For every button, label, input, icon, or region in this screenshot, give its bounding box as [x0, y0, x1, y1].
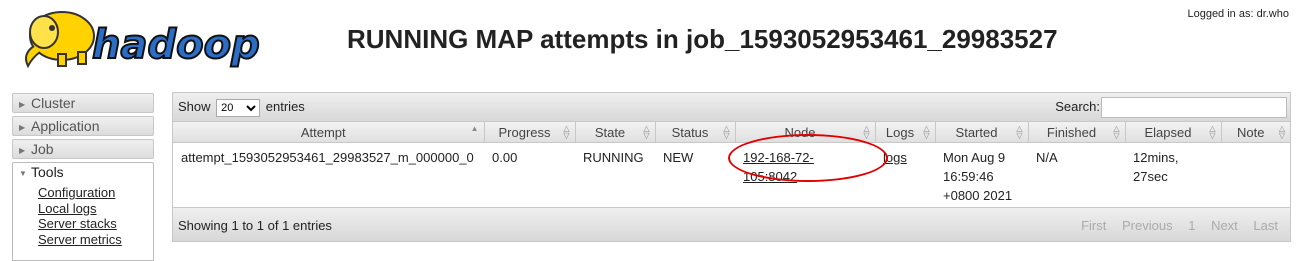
sidebar: ▶ Cluster ▶ Application ▶ Job ▼ Tools Config… [12, 93, 154, 261]
triangle-right-icon: ▶ [19, 146, 26, 155]
column-header-finished[interactable]: Finished △ ▽ [1028, 122, 1126, 143]
triangle-right-icon: ▶ [19, 123, 26, 132]
entries-label: entries [265, 99, 305, 114]
column-header-progress[interactable]: Progress △ ▽ [484, 122, 576, 143]
sort-both-icon: △ ▽ [563, 124, 570, 140]
pagination-last-button[interactable]: Last [1253, 218, 1278, 233]
logged-in-status: Logged in as: dr.who [1187, 8, 1289, 20]
search-control: Search: [1055, 97, 1287, 118]
entries-length-control: Show 20 entries [178, 99, 305, 117]
pagination-first-button[interactable]: First [1081, 218, 1106, 233]
tools-panel: Configuration Local logs Server stacks S… [12, 181, 154, 261]
table-toolbar: Show 20 entries Search: [173, 93, 1290, 122]
column-header-logs[interactable]: Logs △ ▽ [875, 122, 936, 143]
cell-node: 192-168-72-105:8042 [735, 143, 875, 211]
sidebar-item-label: Job [31, 141, 54, 157]
pagination-next-button[interactable]: Next [1211, 218, 1238, 233]
table-row: attempt_1593052953461_29983527_m_000000_… [173, 143, 1290, 211]
sidebar-item-job[interactable]: ▶ Job [12, 139, 154, 159]
sort-both-icon: △ ▽ [1209, 124, 1216, 140]
table-footer: Showing 1 to 1 of 1 entries First Previo… [173, 207, 1290, 241]
entries-select[interactable]: 20 [216, 99, 261, 117]
sort-asc-icon: ▲ [470, 124, 479, 133]
cell-note [1221, 143, 1290, 211]
column-header-status[interactable]: Status △ ▽ [655, 122, 736, 143]
column-header-attempt[interactable]: Attempt ▲ [173, 122, 485, 143]
table-info: Showing 1 to 1 of 1 entries [178, 218, 332, 233]
link-server-stacks[interactable]: Server stacks [38, 216, 153, 232]
cell-logs: logs [875, 143, 935, 211]
sort-both-icon: △ ▽ [923, 124, 930, 140]
link-configuration[interactable]: Configuration [38, 185, 153, 201]
sort-both-icon: △ ▽ [863, 124, 870, 140]
sidebar-item-tools[interactable]: ▼ Tools [12, 162, 154, 181]
cell-state: RUNNING [583, 150, 644, 165]
column-header-elapsed[interactable]: Elapsed △ ▽ [1125, 122, 1222, 143]
sort-both-icon: △ ▽ [643, 124, 650, 140]
triangle-right-icon: ▶ [19, 100, 26, 109]
search-label: Search: [1055, 98, 1100, 114]
sort-both-icon: △ ▽ [1278, 124, 1285, 140]
column-header-node[interactable]: Node △ ▽ [735, 122, 876, 143]
column-header-started[interactable]: Started △ ▽ [935, 122, 1029, 143]
attempts-table: Attempt ▲ Progress △ ▽ State △ ▽ Status △ ▽ Nod… [173, 122, 1290, 210]
sort-both-icon: △ ▽ [1016, 124, 1023, 140]
sidebar-item-application[interactable]: ▶ Application [12, 116, 154, 136]
logo-wordmark: hadoop [92, 22, 260, 68]
node-link[interactable]: 192-168-72-105:8042 [743, 150, 814, 184]
sidebar-item-label: Cluster [31, 95, 76, 111]
triangle-down-icon: ▼ [19, 169, 27, 178]
cell-status: NEW [663, 150, 694, 165]
cell-progress: 0.00 [492, 150, 518, 165]
cell-started: Mon Aug 9 16:59:46 +0800 2021 [943, 150, 1013, 203]
page-title: RUNNING MAP attempts in job_159305295346… [347, 24, 1058, 54]
sidebar-item-label: Application [31, 118, 100, 134]
cell-attempt: attempt_1593052953461_29983527_m_000000_… [181, 150, 474, 165]
sidebar-item-label: Tools [31, 164, 64, 180]
hadoop-logo[interactable]: hadoop [14, 6, 282, 74]
column-header-state[interactable]: State △ ▽ [575, 122, 656, 143]
show-label: Show [178, 99, 211, 114]
pagination-previous-button[interactable]: Previous [1122, 218, 1173, 233]
attempts-table-wrapper: Show 20 entries Search: Attempt ▲ Progres… [172, 92, 1291, 242]
logs-link[interactable]: logs [883, 150, 907, 165]
elephant-logo-icon: hadoop [25, 11, 261, 69]
sort-both-icon: △ ▽ [1113, 124, 1120, 140]
search-input[interactable] [1101, 97, 1287, 118]
pagination: First Previous 1 Next Last [1069, 218, 1278, 233]
cell-finished: N/A [1036, 150, 1058, 165]
sort-both-icon: △ ▽ [723, 124, 730, 140]
pagination-page-1-button[interactable]: 1 [1188, 218, 1195, 233]
link-local-logs[interactable]: Local logs [38, 201, 153, 217]
cell-elapsed: 12mins, 27sec [1133, 150, 1179, 184]
column-header-note[interactable]: Note △ ▽ [1221, 122, 1290, 143]
link-server-metrics[interactable]: Server metrics [38, 232, 153, 248]
sidebar-item-cluster[interactable]: ▶ Cluster [12, 93, 154, 113]
